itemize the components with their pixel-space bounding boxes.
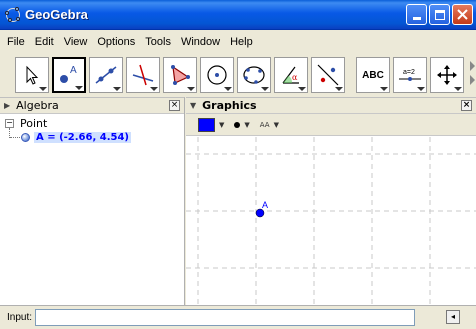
graphics-title: Graphics (202, 99, 257, 112)
menu-options[interactable]: Options (92, 36, 140, 48)
menu-tools[interactable]: Tools (140, 36, 176, 48)
menu-file[interactable]: File (2, 36, 30, 48)
point-a-label: A (262, 200, 268, 210)
color-dropdown-icon[interactable]: ▼ (219, 121, 224, 129)
toolbar: A α ABC a=2 (0, 53, 476, 97)
tree-category-label: Point (20, 117, 48, 130)
point-a[interactable] (255, 208, 265, 218)
object-definition[interactable]: A = (-2.66, 4.54) (34, 131, 131, 143)
point-style-dropdown-icon[interactable]: ▼ (244, 121, 249, 129)
minimize-icon (412, 17, 421, 20)
label-style-button[interactable]: AA (260, 121, 270, 129)
input-label: Input: (7, 312, 33, 323)
angle-icon: α (282, 66, 299, 84)
input-field[interactable] (35, 309, 416, 326)
close-icon (457, 9, 468, 20)
expand-arrow-icon[interactable]: ▶ (4, 101, 10, 110)
collapse-arrow-icon[interactable]: ▼ (190, 101, 196, 110)
menu-window[interactable]: Window (176, 36, 225, 48)
graphics-view: ▼ Graphics × ▼ ▼ AA ▼ A (186, 97, 476, 306)
text-tool-label: ABC (362, 69, 384, 81)
slider-tool-button[interactable]: a=2 (393, 57, 427, 93)
menu-view[interactable]: View (59, 36, 93, 48)
point-visibility-icon[interactable] (21, 132, 30, 142)
input-bar: Input: ◂ (0, 305, 476, 329)
algebra-title: Algebra (16, 99, 59, 112)
text-tool-button[interactable]: ABC (356, 57, 390, 93)
label-style-dropdown-icon[interactable]: ▼ (274, 121, 279, 129)
menu-edit[interactable]: Edit (30, 36, 59, 48)
move-graphics-icon (437, 65, 457, 85)
reflect-line-icon (317, 64, 339, 86)
close-graphics-button[interactable]: × (461, 100, 472, 111)
object-tree: − Point A = (-2.66, 4.54) (0, 114, 184, 144)
close-button[interactable] (452, 4, 473, 25)
conic-tool-button[interactable] (237, 57, 271, 93)
new-point-tool-button[interactable]: A (52, 57, 86, 93)
algebra-view: ▶ Algebra × − Point A = (-2.66, 4.54) (0, 97, 185, 305)
line-tool-button[interactable] (89, 57, 123, 93)
window-title: GeoGebra (25, 7, 88, 22)
polygon-tool-button[interactable] (163, 57, 197, 93)
perpendicular-line-icon (132, 64, 154, 86)
conic-five-points-icon (243, 66, 265, 84)
maximize-icon (434, 9, 445, 20)
toolbar-scroll-right[interactable] (470, 57, 476, 93)
input-help-button[interactable]: ◂ (446, 310, 460, 324)
svg-text:A: A (70, 65, 77, 76)
grid (186, 137, 476, 306)
cursor-arrow-icon (26, 65, 39, 85)
svg-text:α: α (292, 73, 298, 82)
line-through-points-icon (95, 66, 117, 84)
point-icon: A (60, 65, 77, 83)
polygon-icon (171, 65, 190, 85)
close-algebra-button[interactable]: × (169, 100, 180, 111)
move-graphics-view-tool-button[interactable] (430, 57, 464, 93)
style-bar: ▼ ▼ AA ▼ (186, 114, 476, 136)
svg-text:a=2: a=2 (403, 69, 415, 76)
circle-tool-button[interactable] (200, 57, 234, 93)
title-bar[interactable]: GeoGebra (0, 0, 476, 30)
tree-category-row[interactable]: − Point (0, 117, 184, 130)
menu-help[interactable]: Help (225, 36, 258, 48)
circle-center-icon (207, 65, 227, 85)
minimize-button[interactable] (406, 4, 427, 25)
point-style-button[interactable] (234, 121, 241, 128)
move-tool-button[interactable] (15, 57, 49, 93)
angle-tool-button[interactable]: α (274, 57, 308, 93)
algebra-header[interactable]: ▶ Algebra × (0, 98, 184, 114)
perpendicular-line-tool-button[interactable] (126, 57, 160, 93)
color-swatch-button[interactable] (198, 117, 215, 132)
graphics-canvas[interactable]: A (186, 137, 476, 306)
geogebra-logo-icon (5, 6, 21, 23)
graphics-header[interactable]: ▼ Graphics × (186, 98, 476, 114)
maximize-button[interactable] (429, 4, 450, 25)
menu-bar: File Edit View Options Tools Window Help (0, 31, 476, 53)
list-item[interactable]: A = (-2.66, 4.54) (21, 130, 184, 144)
slider-icon: a=2 (399, 69, 421, 81)
reflect-tool-button[interactable] (311, 57, 345, 93)
collapse-icon[interactable]: − (5, 119, 14, 128)
